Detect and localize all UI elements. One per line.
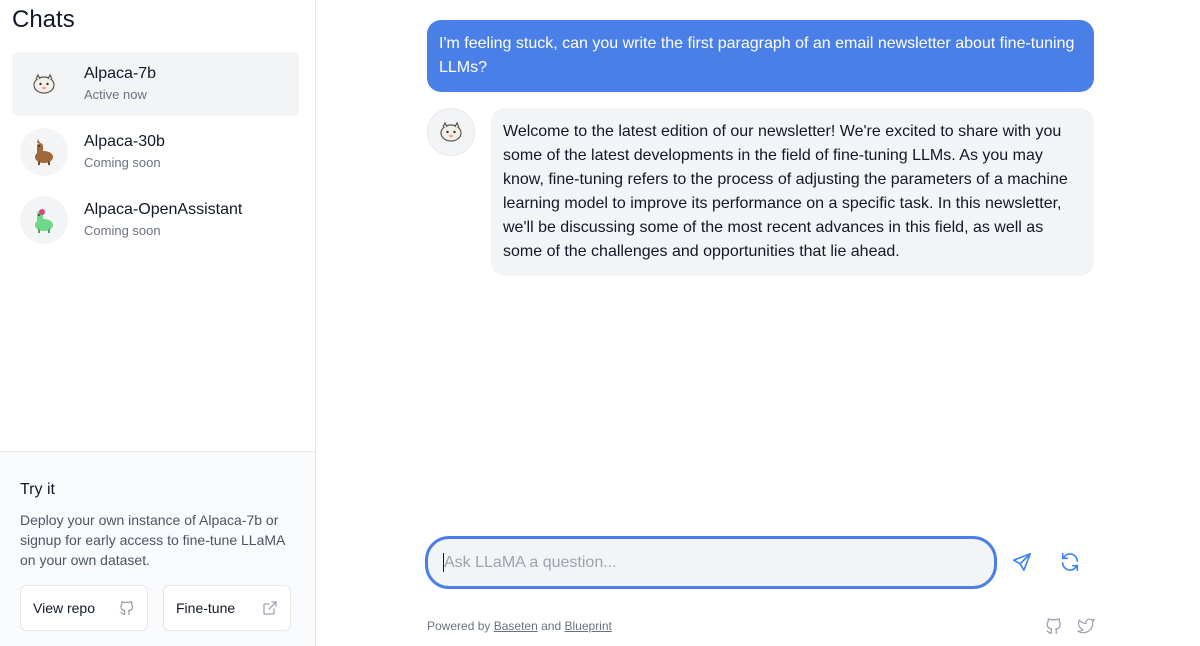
footer-credits: Powered by Baseten and Blueprint: [427, 619, 612, 633]
fine-tune-button[interactable]: Fine-tune: [163, 585, 291, 631]
assistant-message: Welcome to the latest edition of our new…: [491, 108, 1094, 276]
send-icon: [1012, 552, 1032, 572]
chat-item-alpaca-7b[interactable]: Alpaca-7b Active now: [12, 52, 299, 116]
chat-name: Alpaca-30b: [84, 133, 165, 150]
chat-name: Alpaca-7b: [84, 65, 157, 82]
github-icon: [119, 600, 135, 616]
sidebar-title: Chats: [12, 6, 75, 33]
try-it-title: Try it: [20, 481, 55, 498]
chat-status: Coming soon: [84, 155, 161, 170]
send-button[interactable]: [1010, 550, 1034, 574]
alpaca-avatar-icon: [427, 108, 475, 156]
text-caret: [443, 553, 444, 572]
chat-list: Alpaca-7b Active now Alpaca-30b Coming s…: [12, 52, 299, 256]
blueprint-link[interactable]: Blueprint: [564, 619, 611, 633]
refresh-icon: [1061, 552, 1079, 572]
github-icon[interactable]: [1045, 617, 1063, 635]
chat-item-alpaca-openassistant[interactable]: Alpaca-OpenAssistant Coming soon: [12, 188, 299, 252]
footer-conjunction: and: [541, 619, 562, 633]
chat-name: Alpaca-OpenAssistant: [84, 201, 243, 218]
chat-status: Coming soon: [84, 223, 161, 238]
external-link-icon: [262, 600, 278, 616]
try-it-panel: Try it Deploy your own instance of Alpac…: [0, 451, 315, 646]
footer-prefix: Powered by: [427, 619, 491, 633]
chat-status: Active now: [84, 87, 147, 102]
alpaca-icon: [20, 60, 68, 108]
try-it-description: Deploy your own instance of Alpaca-7b or…: [20, 512, 285, 568]
baseten-link[interactable]: Baseten: [494, 619, 538, 633]
green-alpaca-icon: [20, 196, 68, 244]
regenerate-button[interactable]: [1058, 550, 1082, 574]
user-message: I'm feeling stuck, can you write the fir…: [427, 20, 1094, 92]
ask-input[interactable]: [425, 536, 997, 589]
view-repo-label: View repo: [33, 600, 96, 616]
fine-tune-label: Fine-tune: [176, 600, 236, 616]
sidebar: Chats Alpaca-7b Active now Alpaca-30b Co…: [0, 0, 316, 646]
chat-item-alpaca-30b[interactable]: Alpaca-30b Coming soon: [12, 120, 299, 184]
twitter-icon[interactable]: [1077, 617, 1095, 635]
brown-alpaca-icon: [20, 128, 68, 176]
view-repo-button[interactable]: View repo: [20, 585, 148, 631]
